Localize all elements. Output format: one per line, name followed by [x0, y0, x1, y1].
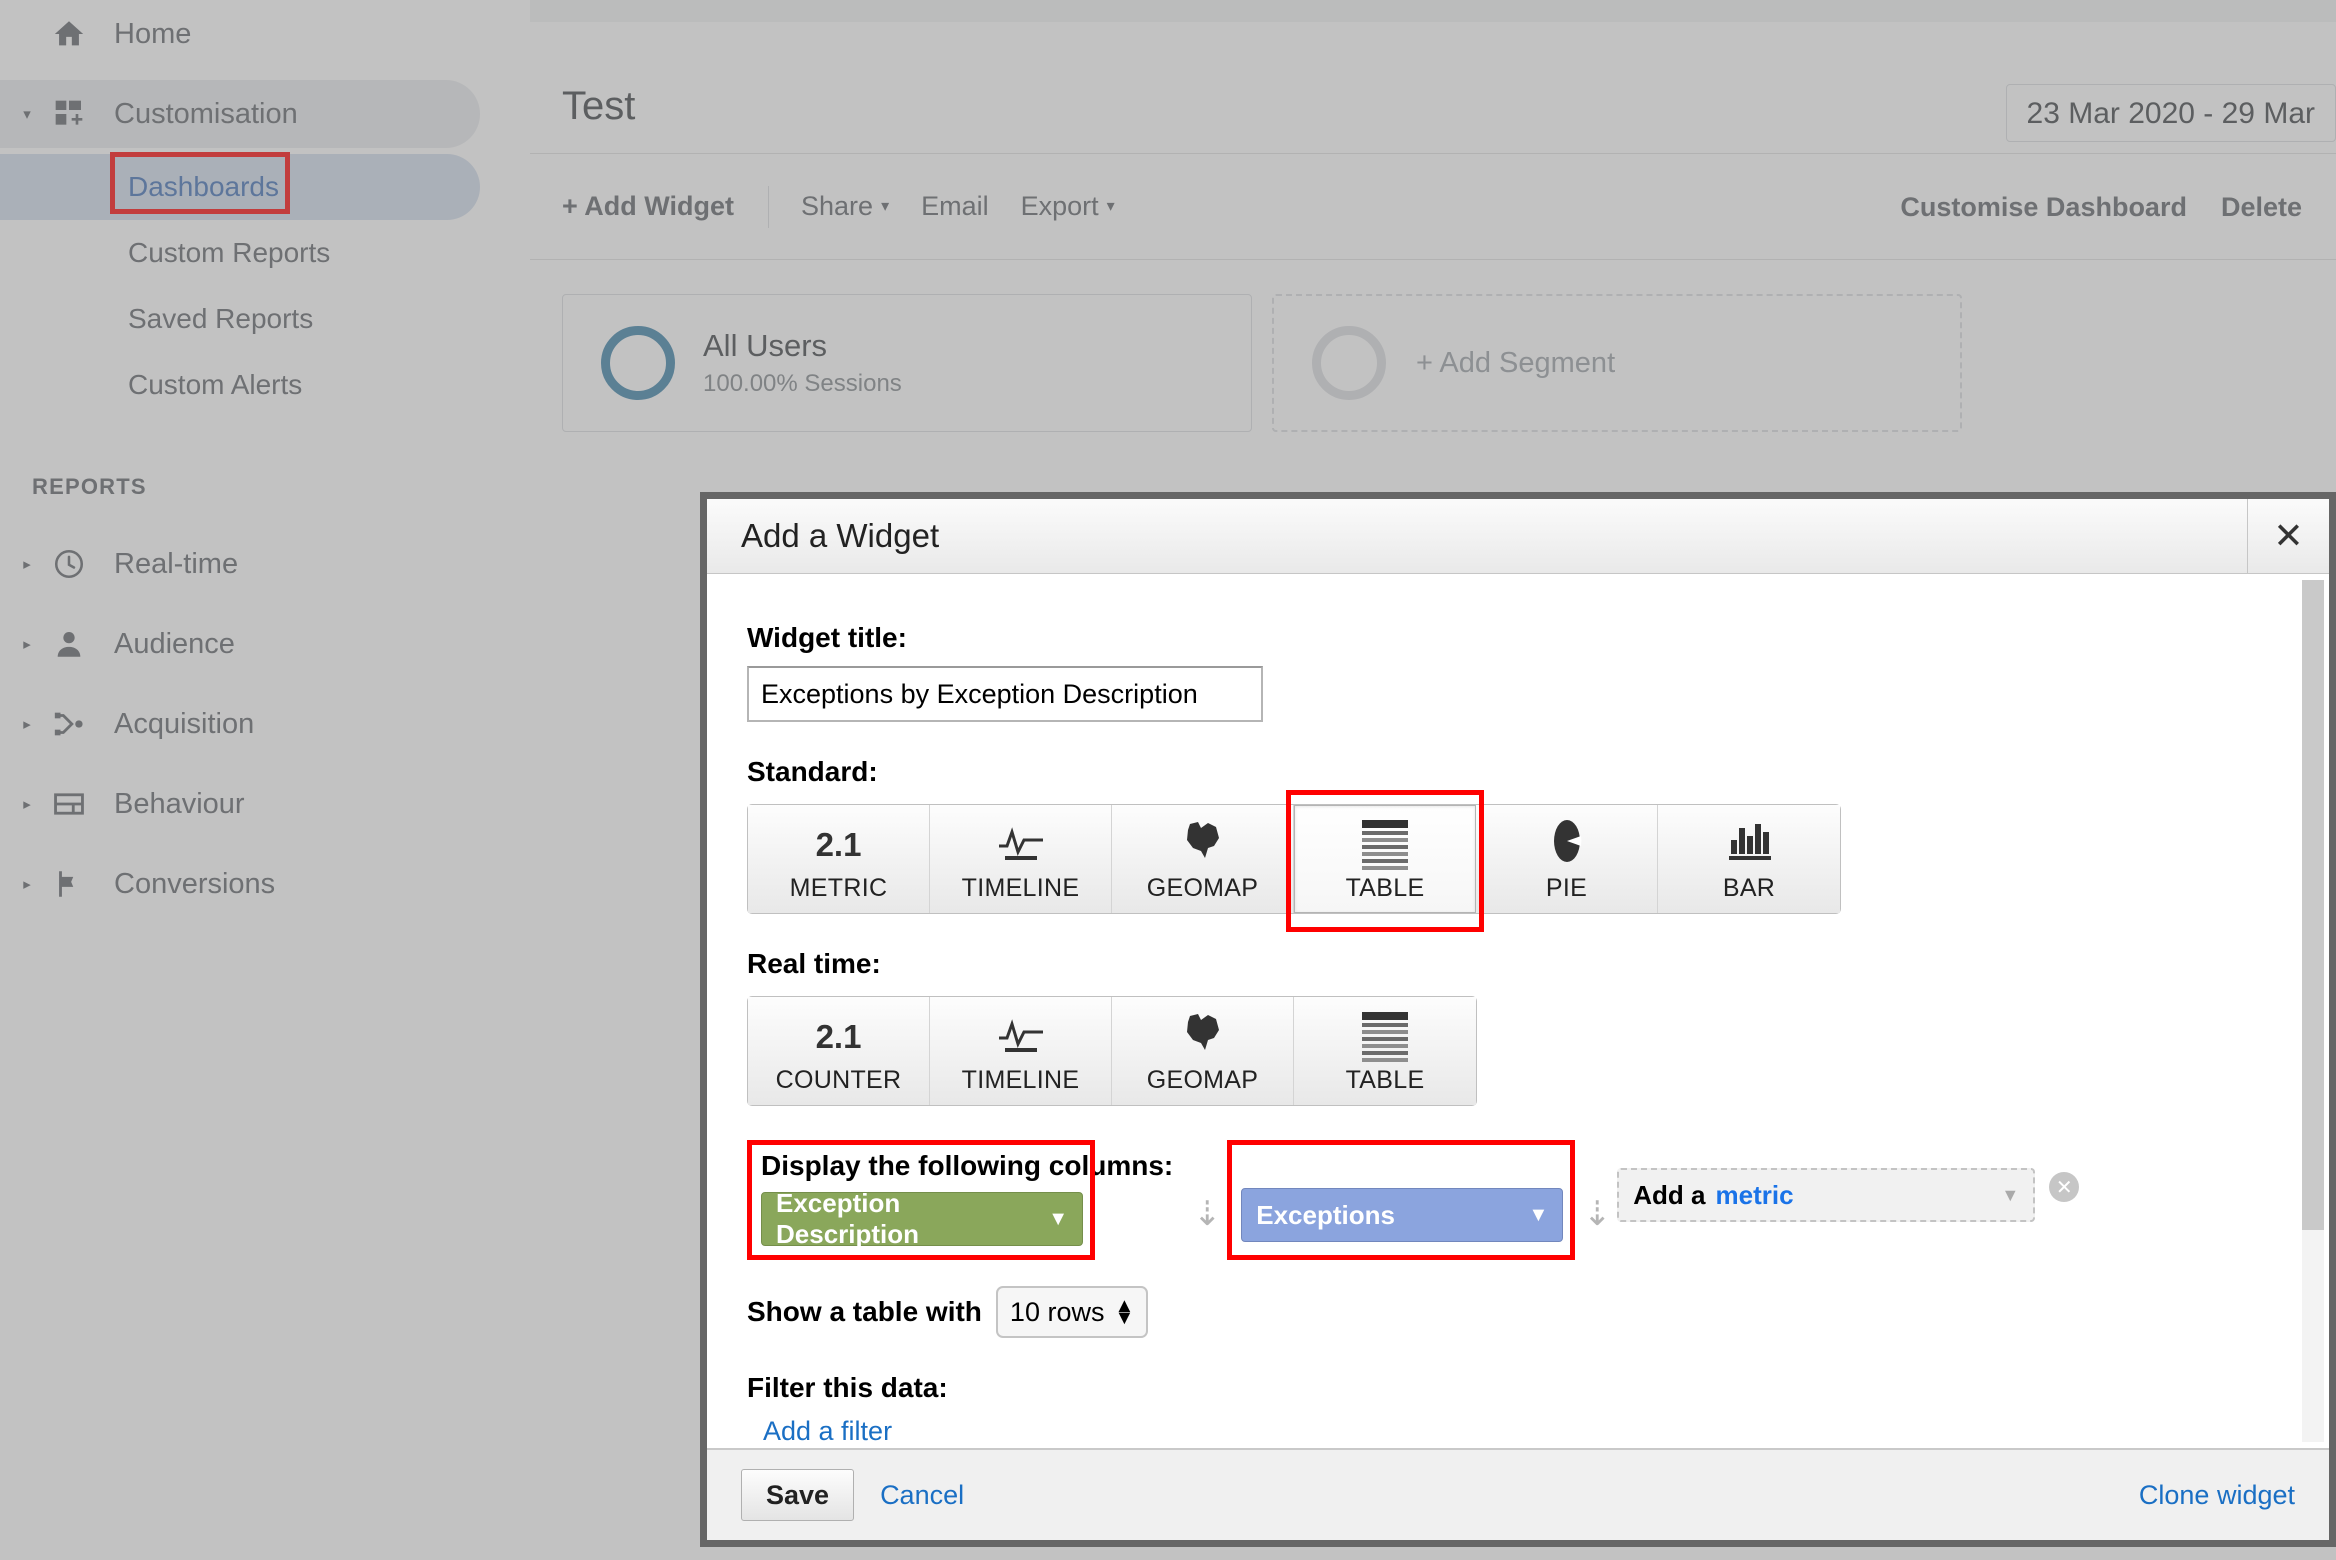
clone-widget-button[interactable]: Clone widget: [2139, 1480, 2295, 1511]
dialog-scrollbar[interactable]: [2302, 580, 2324, 1442]
columns-config: Display the following columns: Exception…: [747, 1140, 2269, 1260]
rows-label: Show a table with: [747, 1296, 982, 1327]
widget-title-input[interactable]: [747, 666, 1263, 722]
add-metric-prefix: Add a: [1633, 1179, 1706, 1210]
timeline-icon: [995, 816, 1047, 864]
add-widget-dialog: Add a Widget ✕ Widget title: Standard: 2…: [700, 492, 2336, 1547]
bar-icon: [1725, 816, 1773, 864]
widget-type-bar-label: BAR: [1722, 873, 1776, 902]
realtime-label: Real time:: [747, 948, 881, 979]
rows-config: Show a table with 10 rows ▲ ▼: [747, 1286, 2269, 1338]
widget-type-rt-table[interactable]: TABLE: [1294, 997, 1476, 1105]
timeline-icon: [995, 1008, 1047, 1056]
dialog-header: Add a Widget ✕: [707, 499, 2329, 574]
widget-title-label: Widget title:: [747, 622, 907, 653]
metric-dropdown-value: Exceptions: [1256, 1199, 1395, 1230]
screen: Home ▾ Customisation Dashboards Custom R…: [0, 0, 2336, 1560]
geomap-icon: [1178, 816, 1228, 864]
dialog-footer: Save Cancel Clone widget: [707, 1448, 2329, 1540]
widget-type-rt-geomap[interactable]: GEOMAP: [1112, 997, 1294, 1105]
dimension-dropdown[interactable]: Exception Description ▼: [761, 1188, 1083, 1249]
table-icon: [1362, 1008, 1408, 1062]
geomap-icon: [1178, 1008, 1228, 1056]
widget-type-pie-label: PIE: [1545, 873, 1588, 902]
metric-dropdown[interactable]: Exceptions ▼: [1241, 1188, 1564, 1242]
metric-group: Exceptions ▼: [1227, 1140, 1577, 1260]
widget-type-rt-timeline-label: TIMELINE: [961, 1065, 1080, 1094]
widget-type-rt-counter-label: COUNTER: [775, 1065, 902, 1094]
rows-stepper[interactable]: 10 rows ▲ ▼: [995, 1286, 1149, 1338]
widget-type-metric[interactable]: 2.1 METRIC: [748, 805, 930, 913]
save-button[interactable]: Save: [741, 1469, 855, 1521]
realtime-widget-types: 2.1 COUNTER TIMELINE GEOMAP TABLE: [747, 996, 1477, 1106]
table-icon: [1362, 816, 1408, 870]
widget-type-timeline[interactable]: TIMELINE: [930, 805, 1112, 913]
widget-type-table[interactable]: TABLE: [1294, 805, 1476, 913]
widget-type-pie[interactable]: PIE: [1476, 805, 1658, 913]
widget-type-rt-timeline[interactable]: TIMELINE: [930, 997, 1112, 1105]
pie-icon: [1545, 816, 1589, 864]
dialog-title: Add a Widget: [741, 517, 940, 554]
metric-glyph: 2.1: [815, 825, 862, 863]
widget-type-geomap[interactable]: GEOMAP: [1112, 805, 1294, 913]
metric-number-icon: 2.1: [816, 816, 862, 864]
add-metric-dropdown[interactable]: Add a metric ▼: [1617, 1168, 2036, 1222]
dialog-scrollbar-thumb[interactable]: [2302, 580, 2324, 1230]
widget-type-geomap-label: GEOMAP: [1146, 873, 1259, 902]
filter-label: Filter this data:: [747, 1372, 948, 1403]
counter-glyph: 2.1: [815, 1017, 862, 1055]
widget-type-bar[interactable]: BAR: [1658, 805, 1840, 913]
add-filter-link[interactable]: Add a filter: [763, 1416, 2269, 1447]
close-icon[interactable]: ✕: [2247, 499, 2329, 573]
cancel-button[interactable]: Cancel: [880, 1480, 964, 1511]
widget-type-timeline-label: TIMELINE: [961, 873, 1080, 902]
add-metric-link: metric: [1715, 1179, 1794, 1210]
standard-label: Standard:: [747, 756, 878, 787]
metric-number-icon: 2.1: [816, 1008, 862, 1056]
rows-stepper-value: 10 rows: [1009, 1296, 1105, 1327]
chevron-down-icon: ▼: [2001, 1184, 2020, 1205]
stepper-down-icon[interactable]: ▼: [1114, 1308, 1134, 1328]
sort-arrow-icon: ⇣: [1193, 1195, 1222, 1233]
sort-arrow-icon: ⇣: [1583, 1195, 1612, 1233]
stepper-arrows[interactable]: ▲ ▼: [1114, 1296, 1134, 1328]
standard-widget-types: 2.1 METRIC TIMELINE GEOMAP TABLE PIE BAR: [747, 804, 1841, 914]
widget-type-metric-label: METRIC: [789, 873, 888, 902]
columns-label: Display the following columns:: [761, 1150, 1174, 1181]
dimension-group: Display the following columns: Exception…: [747, 1140, 1187, 1260]
widget-type-table-label: TABLE: [1345, 873, 1425, 902]
chevron-down-icon: ▼: [1528, 1203, 1549, 1226]
dialog-body: Widget title: Standard: 2.1 METRIC: [707, 574, 2329, 1448]
widget-type-rt-table-label: TABLE: [1345, 1065, 1425, 1094]
widget-type-rt-geomap-label: GEOMAP: [1146, 1065, 1259, 1094]
dimension-dropdown-value: Exception Description: [776, 1188, 920, 1249]
chevron-down-icon: ▼: [1048, 1207, 1068, 1230]
widget-type-rt-counter[interactable]: 2.1 COUNTER: [748, 997, 930, 1105]
remove-metric-icon[interactable]: ✕: [2049, 1172, 2080, 1202]
dialog-scroll-content: Widget title: Standard: 2.1 METRIC: [707, 574, 2329, 1448]
